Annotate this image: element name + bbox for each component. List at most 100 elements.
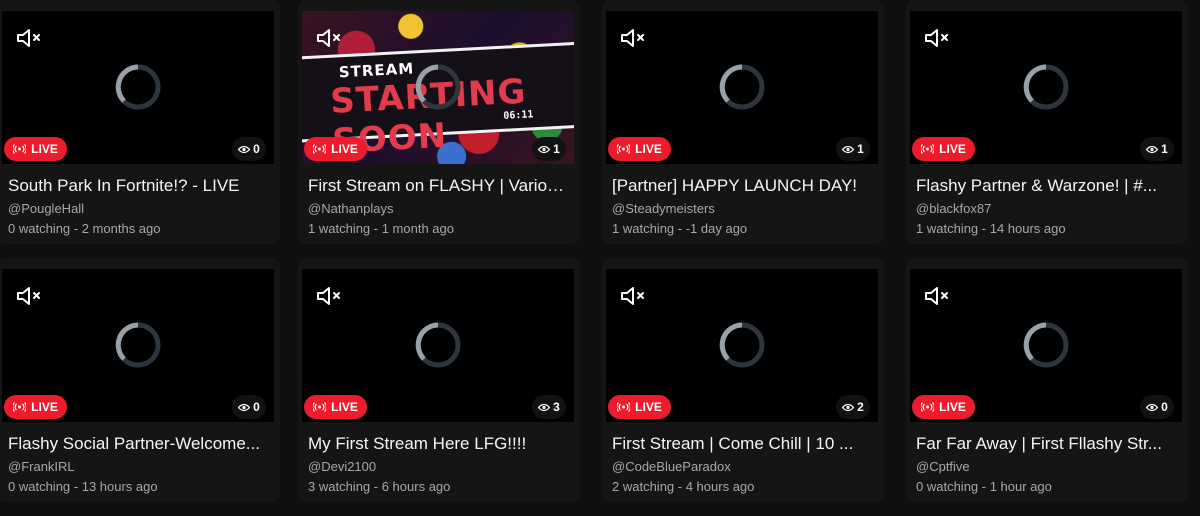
viewer-count: 0 [253,400,260,414]
stream-card[interactable]: LIVE 0 Far Far Away | First Fllashy Str.… [906,258,1188,502]
live-label: LIVE [635,142,662,156]
viewer-count-pill: 0 [232,395,266,419]
muted-speaker-icon[interactable] [922,26,952,50]
channel-handle[interactable]: @Cptfive [916,459,970,474]
stream-age: 2 months ago [81,221,161,236]
muted-speaker-icon[interactable] [618,284,648,308]
live-label: LIVE [331,142,358,156]
viewer-count: 0 [1161,400,1168,414]
stream-meta: 0 watching - 2 months ago [8,221,161,236]
channel-handle[interactable]: @Nathanplays [308,201,393,216]
stream-title[interactable]: [Partner] HAPPY LAUNCH DAY! [612,176,874,196]
watching-count: 0 watching [8,221,71,236]
stream-thumbnail[interactable]: LIVE 3 [302,269,574,422]
watching-count: 3 watching [308,479,371,494]
meta-separator: - [370,221,382,236]
stream-title[interactable]: South Park In Fortnite!? - LIVE [8,176,270,196]
stream-thumbnail[interactable]: LIVE 1 [910,11,1182,164]
watching-count: 0 watching [8,479,71,494]
meta-separator: - [674,221,686,236]
broadcast-icon [313,144,327,154]
stream-thumbnail[interactable]: LIVE 0 [2,11,274,164]
muted-speaker-icon[interactable] [14,284,44,308]
viewer-count-pill: 3 [532,395,566,419]
stream-thumbnail[interactable]: STREAM STARTING SOON 06:11 LIVE 1 [302,11,574,164]
muted-speaker-icon[interactable] [314,26,344,50]
live-label: LIVE [635,400,662,414]
channel-handle[interactable]: @PougleHall [8,201,84,216]
loading-spinner-icon [718,63,766,111]
stream-thumbnail[interactable]: LIVE 0 [910,269,1182,422]
stream-age: 4 hours ago [685,479,755,494]
stream-card[interactable]: LIVE 0 South Park In Fortnite!? - LIVE @… [0,0,280,244]
stream-meta: 1 watching - -1 day ago [612,221,747,236]
viewer-count: 1 [857,142,864,156]
stream-title[interactable]: My First Stream Here LFG!!!! [308,434,570,454]
broadcast-icon [921,144,935,154]
stream-thumbnail[interactable]: LIVE 2 [606,269,878,422]
stream-title[interactable]: Flashy Social Partner-Welcome... [8,434,270,454]
stream-age: 1 month ago [381,221,454,236]
broadcast-icon [617,144,631,154]
eye-icon [1146,145,1159,154]
stream-title[interactable]: First Stream on FLASHY | Various Games [308,176,570,196]
live-label: LIVE [939,400,966,414]
live-badge: LIVE [912,395,975,419]
channel-handle[interactable]: @Steadymeisters [612,201,715,216]
eye-icon [842,145,855,154]
meta-separator: - [978,479,990,494]
stream-card[interactable]: LIVE 0 Flashy Social Partner-Welcome... … [0,258,280,502]
channel-handle[interactable]: @CodeBlueParadox [612,459,731,474]
muted-speaker-icon[interactable] [314,284,344,308]
live-badge: LIVE [4,137,67,161]
stream-card[interactable]: LIVE 1 Flashy Partner & Warzone! | #... … [906,0,1188,244]
stream-meta: 3 watching - 6 hours ago [308,479,450,494]
stream-card[interactable]: LIVE 3 My First Stream Here LFG!!!! @Dev… [298,258,580,502]
loading-spinner-icon [1022,63,1070,111]
live-label: LIVE [31,142,58,156]
broadcast-icon [13,402,27,412]
stream-thumbnail[interactable]: LIVE 0 [2,269,274,422]
viewer-count-pill: 1 [1140,137,1174,161]
eye-icon [1146,403,1159,412]
eye-icon [538,145,551,154]
channel-handle[interactable]: @blackfox87 [916,201,991,216]
loading-spinner-icon [414,63,462,111]
loading-spinner-icon [414,321,462,369]
live-badge: LIVE [304,395,367,419]
stream-title[interactable]: First Stream | Come Chill | 10 ... [612,434,874,454]
live-label: LIVE [31,400,58,414]
live-badge: LIVE [304,137,367,161]
viewer-count-pill: 1 [532,137,566,161]
stream-grid: LIVE 0 South Park In Fortnite!? - LIVE @… [0,0,1200,516]
meta-separator: - [674,479,686,494]
live-badge: LIVE [912,137,975,161]
viewer-count-pill: 0 [1140,395,1174,419]
stream-age: -1 day ago [685,221,748,236]
viewer-count-pill: 2 [836,395,870,419]
eye-icon [538,403,551,412]
channel-handle[interactable]: @FrankIRL [8,459,75,474]
stream-card[interactable]: LIVE 2 First Stream | Come Chill | 10 ..… [602,258,884,502]
viewer-count: 0 [253,142,260,156]
stream-card[interactable]: STREAM STARTING SOON 06:11 LIVE 1 First … [298,0,580,244]
stream-meta: 2 watching - 4 hours ago [612,479,754,494]
muted-speaker-icon[interactable] [618,26,648,50]
stream-meta: 0 watching - 1 hour ago [916,479,1052,494]
loading-spinner-icon [718,321,766,369]
stream-age: 6 hours ago [381,479,451,494]
stream-age: 14 hours ago [989,221,1066,236]
stream-title[interactable]: Far Far Away | First Fllashy Str... [916,434,1178,454]
broadcast-icon [313,402,327,412]
stream-card[interactable]: LIVE 1 [Partner] HAPPY LAUNCH DAY! @Stea… [602,0,884,244]
live-badge: LIVE [608,395,671,419]
muted-speaker-icon[interactable] [14,26,44,50]
stream-title[interactable]: Flashy Partner & Warzone! | #... [916,176,1178,196]
loading-spinner-icon [114,63,162,111]
stream-meta: 1 watching - 14 hours ago [916,221,1066,236]
loading-spinner-icon [1022,321,1070,369]
channel-handle[interactable]: @Devi2100 [308,459,376,474]
stream-thumbnail[interactable]: LIVE 1 [606,11,878,164]
live-badge: LIVE [608,137,671,161]
muted-speaker-icon[interactable] [922,284,952,308]
